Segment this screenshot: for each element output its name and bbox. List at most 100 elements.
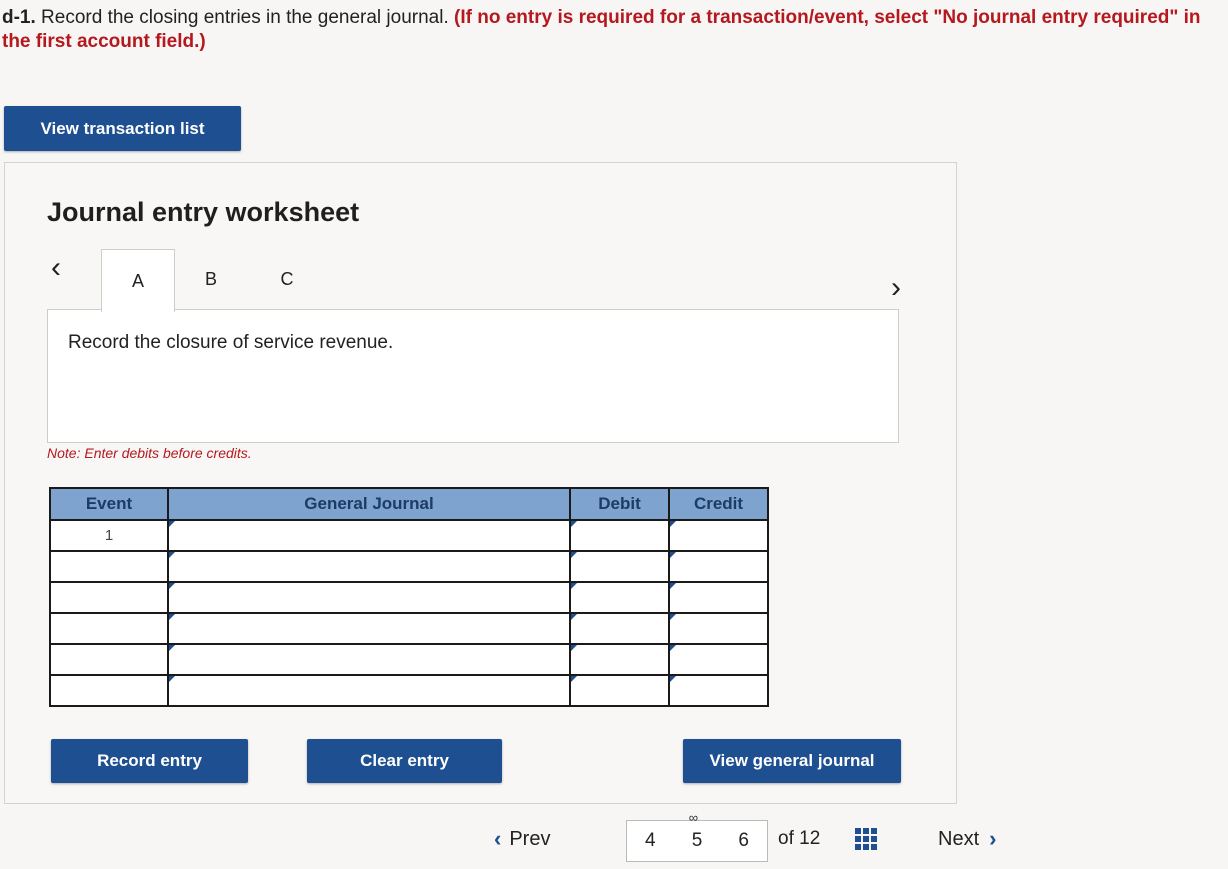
input-flag-icon: [571, 614, 577, 620]
next-label: Next: [938, 827, 980, 850]
credit-cell[interactable]: [668, 674, 769, 707]
instruction-text: Record the closing entries in the genera…: [35, 7, 455, 28]
note-text: Note: Enter debits before credits.: [47, 445, 252, 461]
credit-input[interactable]: [670, 552, 767, 581]
view-transaction-list-button[interactable]: View transaction list: [4, 106, 241, 151]
page-6[interactable]: 6: [738, 830, 749, 852]
next-tab-arrow-icon[interactable]: ›: [891, 271, 901, 305]
record-entry-button[interactable]: Record entry: [51, 739, 248, 783]
debit-input[interactable]: [571, 583, 668, 612]
tab-label: C: [280, 268, 294, 289]
input-flag-icon: [670, 521, 676, 527]
header-credit: Credit: [668, 487, 769, 521]
input-flag-icon: [571, 583, 577, 589]
credit-cell[interactable]: [668, 643, 769, 676]
account-cell[interactable]: [167, 519, 571, 552]
event-cell: [49, 581, 169, 614]
header-debit: Debit: [569, 487, 670, 521]
event-cell: [49, 612, 169, 645]
dropdown-flag-icon: [169, 645, 175, 651]
table-row: [49, 643, 769, 676]
journal-table: Event General Journal Debit Credit 1: [49, 487, 769, 707]
event-cell: [49, 674, 169, 707]
chevron-right-icon: ›: [989, 826, 997, 851]
prompt-text: Record the closure of service revenue.: [68, 332, 394, 353]
debit-input[interactable]: [571, 552, 668, 581]
account-cell[interactable]: [167, 550, 571, 583]
credit-cell[interactable]: [668, 612, 769, 645]
dropdown-flag-icon: [169, 583, 175, 589]
debit-cell[interactable]: [569, 581, 670, 614]
dropdown-flag-icon: [169, 614, 175, 620]
tab-label: A: [131, 270, 144, 291]
link-icon: ∞: [688, 810, 698, 825]
grid-menu-icon[interactable]: [855, 828, 877, 850]
input-flag-icon: [670, 676, 676, 682]
account-cell[interactable]: [167, 612, 571, 645]
view-general-journal-button[interactable]: View general journal: [683, 739, 901, 783]
credit-input[interactable]: [670, 583, 767, 612]
next-page-link[interactable]: Next ›: [938, 826, 996, 852]
credit-cell[interactable]: [668, 519, 769, 552]
account-input[interactable]: [169, 583, 569, 612]
page-5-label: 5: [691, 830, 703, 851]
account-input[interactable]: [169, 645, 569, 674]
prev-page-link[interactable]: ‹ Prev: [494, 826, 550, 852]
page-total: of 12: [778, 828, 821, 849]
account-input[interactable]: [169, 552, 569, 581]
account-input[interactable]: [169, 614, 569, 643]
credit-cell[interactable]: [668, 581, 769, 614]
debit-input[interactable]: [571, 645, 668, 674]
event-cell: [49, 643, 169, 676]
debit-cell[interactable]: [569, 550, 670, 583]
input-flag-icon: [571, 552, 577, 558]
journal-entry-worksheet: Journal entry worksheet ‹ A B C › Record…: [4, 162, 957, 804]
tab-b[interactable]: B: [175, 249, 247, 309]
debit-cell[interactable]: [569, 674, 670, 707]
credit-cell[interactable]: [668, 550, 769, 583]
instructions: d-1. Record the closing entries in the g…: [2, 6, 1228, 54]
credit-input[interactable]: [670, 676, 767, 705]
previous-tab-arrow-icon[interactable]: ‹: [51, 251, 61, 285]
credit-input[interactable]: [670, 614, 767, 643]
tab-a[interactable]: A: [101, 249, 175, 312]
debit-cell[interactable]: [569, 612, 670, 645]
dropdown-flag-icon: [169, 521, 175, 527]
instruction-label: d-1.: [2, 7, 36, 28]
prev-label: Prev: [509, 827, 551, 850]
input-flag-icon: [571, 521, 577, 527]
credit-input[interactable]: [670, 645, 767, 674]
input-flag-icon: [571, 676, 577, 682]
debit-input[interactable]: [571, 614, 668, 643]
account-input[interactable]: [169, 676, 569, 705]
debit-input[interactable]: [571, 676, 668, 705]
debit-input[interactable]: [571, 521, 668, 550]
page-5-current[interactable]: ∞ 5: [689, 810, 703, 852]
account-cell[interactable]: [167, 674, 571, 707]
tab-c[interactable]: C: [251, 249, 323, 309]
header-general-journal: General Journal: [167, 487, 571, 521]
account-cell[interactable]: [167, 643, 571, 676]
table-header-row: Event General Journal Debit Credit: [49, 487, 769, 521]
account-input[interactable]: [169, 521, 569, 550]
table-row: [49, 581, 769, 614]
debit-cell[interactable]: [569, 643, 670, 676]
table-row: [49, 674, 769, 707]
tab-label: B: [204, 268, 217, 289]
table-row: [49, 612, 769, 645]
account-cell[interactable]: [167, 581, 571, 614]
table-row: 1: [49, 519, 769, 552]
page-selector: 4 ∞ 5 6: [626, 810, 768, 862]
clear-entry-button[interactable]: Clear entry: [307, 739, 502, 783]
event-cell: 1: [49, 519, 169, 552]
page-4[interactable]: 4: [645, 830, 656, 852]
dropdown-flag-icon: [169, 552, 175, 558]
credit-input[interactable]: [670, 521, 767, 550]
dropdown-flag-icon: [169, 676, 175, 682]
prompt-box: Record the closure of service revenue.: [47, 309, 899, 443]
table-row: [49, 550, 769, 583]
header-event: Event: [49, 487, 169, 521]
debit-cell[interactable]: [569, 519, 670, 552]
input-flag-icon: [670, 552, 676, 558]
input-flag-icon: [670, 583, 676, 589]
